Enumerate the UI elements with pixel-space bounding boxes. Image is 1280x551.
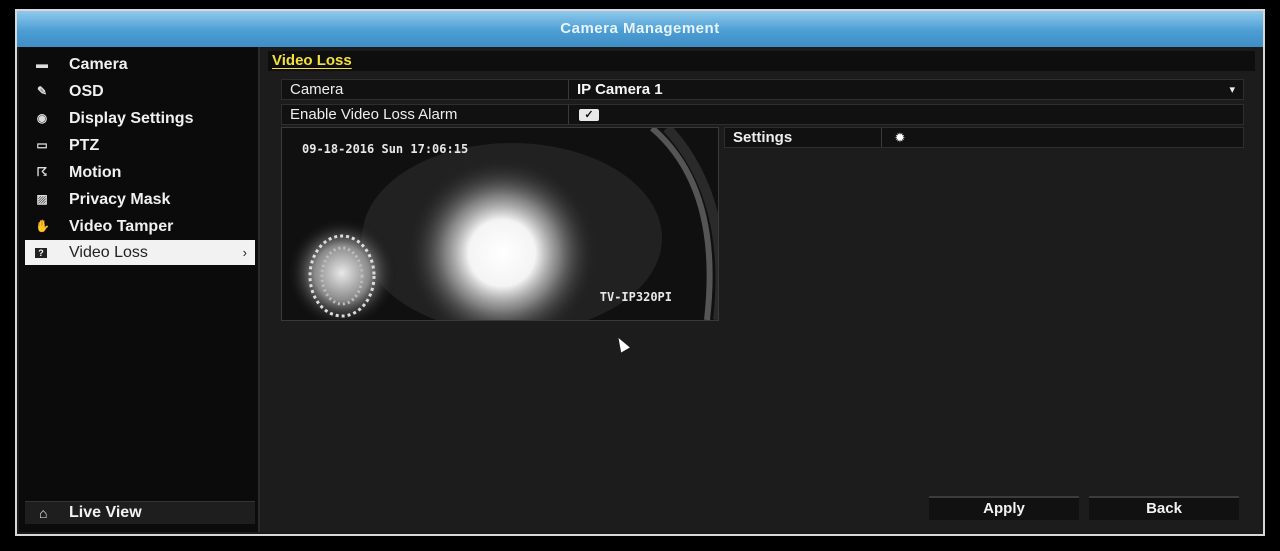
enable-alarm-row: Enable Video Loss Alarm ✓	[281, 104, 1244, 125]
apply-button[interactable]: Apply	[929, 496, 1079, 520]
enable-alarm-cell: ✓	[568, 105, 1243, 124]
mouse-cursor-icon	[614, 335, 630, 353]
preview-model-label: TV-IP320PI	[599, 290, 672, 304]
camera-select[interactable]: IP Camera 1 ▾	[568, 80, 1243, 99]
camera-row: Camera IP Camera 1 ▾	[281, 79, 1244, 100]
camera-preview: 09-18-2016 Sun 17:06:15 TV-IP320PI	[281, 127, 719, 321]
camera-management-window: Camera Management ▬ Camera ✎ OSD ◉ Displ…	[15, 9, 1265, 536]
live-view-label: Live View	[69, 504, 142, 521]
chevron-right-icon: ›	[242, 245, 247, 260]
sidebar-item-label: Privacy Mask	[69, 191, 171, 208]
sidebar: ▬ Camera ✎ OSD ◉ Display Settings ▭ PTZ …	[19, 47, 260, 532]
video-loss-icon: ?	[35, 248, 47, 258]
sidebar-item-ptz[interactable]: ▭ PTZ	[25, 133, 255, 158]
settings-row: Settings ✹	[724, 127, 1244, 148]
ptz-icon: ▭	[36, 138, 48, 152]
sidebar-item-label: Video Tamper	[69, 218, 174, 235]
enable-alarm-checkbox[interactable]: ✓	[579, 109, 599, 121]
back-button[interactable]: Back	[1089, 496, 1239, 520]
sidebar-item-video-loss[interactable]: ? Video Loss ›	[25, 240, 255, 265]
home-icon: ⌂	[39, 505, 48, 521]
motion-icon: ☈	[36, 165, 48, 179]
video-tamper-icon: ✋	[35, 219, 50, 233]
enable-alarm-label: Enable Video Loss Alarm	[290, 106, 458, 123]
display-settings-icon: ◉	[36, 111, 48, 125]
sidebar-item-label: Motion	[69, 164, 122, 181]
sidebar-item-video-tamper[interactable]: ✋ Video Tamper	[25, 214, 255, 239]
window-title: Camera Management	[17, 11, 1263, 47]
settings-label: Settings	[733, 129, 793, 146]
main-panel: Video Loss Camera IP Camera 1 ▾ Enable V…	[260, 47, 1261, 532]
sidebar-item-display-settings[interactable]: ◉ Display Settings	[25, 106, 255, 131]
sidebar-item-motion[interactable]: ☈ Motion	[25, 160, 255, 185]
sidebar-item-camera[interactable]: ▬ Camera	[25, 52, 255, 77]
gear-icon[interactable]: ✹	[881, 128, 918, 147]
camera-select-value: IP Camera 1	[577, 81, 663, 98]
sidebar-item-label: OSD	[69, 83, 104, 100]
camera-label: Camera	[290, 81, 344, 98]
preview-timestamp: 09-18-2016 Sun 17:06:15	[302, 142, 469, 156]
sidebar-item-privacy-mask[interactable]: ▨ Privacy Mask	[25, 187, 255, 212]
sidebar-item-label: PTZ	[69, 137, 100, 154]
camera-icon: ▬	[36, 57, 48, 71]
sidebar-item-label: Camera	[69, 56, 128, 73]
section-title: Video Loss	[272, 52, 352, 69]
sidebar-item-osd[interactable]: ✎ OSD	[25, 79, 255, 104]
sidebar-item-label: Video Loss	[69, 244, 148, 261]
sidebar-item-label: Display Settings	[69, 110, 194, 127]
section-header: Video Loss	[268, 51, 1255, 71]
chevron-down-icon: ▾	[1229, 84, 1235, 96]
privacy-mask-icon: ▨	[36, 192, 48, 206]
osd-icon: ✎	[36, 84, 48, 98]
live-view-button[interactable]: ⌂ Live View	[25, 501, 255, 524]
